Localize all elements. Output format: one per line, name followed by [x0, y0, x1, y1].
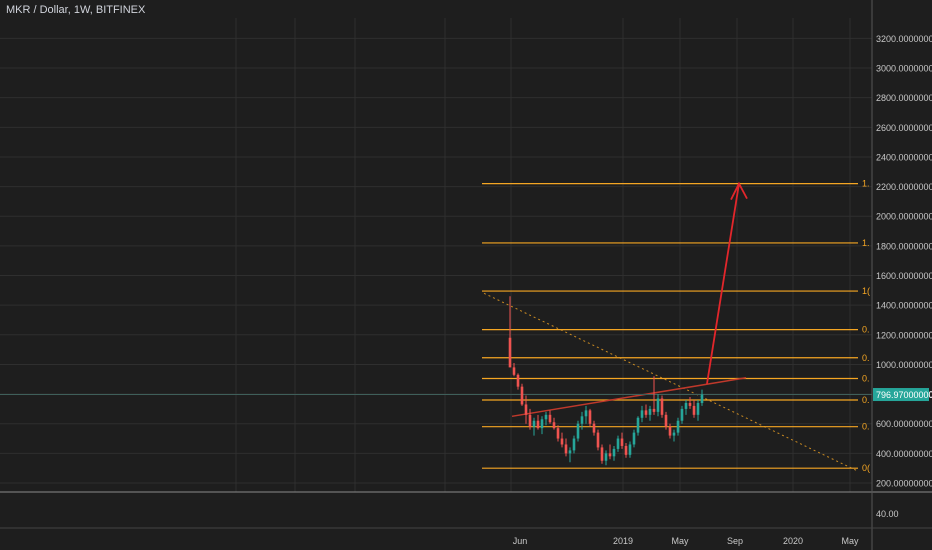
candle-body	[520, 386, 524, 405]
price-tick-label: 600.00000000	[876, 419, 932, 429]
candle-body	[556, 428, 560, 439]
candle-body	[596, 432, 600, 448]
fib-level-label: 1(	[862, 286, 870, 296]
price-tick-label: 2200.00000000	[876, 182, 932, 192]
candle-body	[612, 448, 616, 457]
candle-body	[564, 444, 568, 454]
projection-arrow-line	[706, 183, 740, 384]
fib-level-label: 1.	[862, 179, 870, 189]
candle-body	[604, 453, 608, 461]
time-axis[interactable]: Jun 2019 May Sep 2020 May	[0, 527, 932, 546]
time-tick-label: Jun	[513, 536, 528, 546]
candle-body	[608, 453, 612, 457]
candle-body	[584, 410, 588, 417]
price-tick-label: 3000.00000000	[876, 64, 932, 74]
price-tick-label: 1000.00000000	[876, 360, 932, 370]
candle-body	[568, 450, 572, 454]
candle-body	[524, 404, 528, 415]
time-tick-label: May	[671, 536, 689, 546]
candle-body	[528, 414, 532, 427]
candle-body	[588, 410, 592, 424]
fibonacci-retracement[interactable]: 0( 0. 0. 0. 0. 0. 1( 1. 1.	[482, 179, 870, 474]
candle-body	[532, 420, 536, 427]
candle-body	[696, 402, 700, 415]
candle-body	[636, 417, 640, 433]
price-tick-label: 400.00000000	[876, 449, 932, 459]
candle-body	[552, 422, 556, 429]
candle-body	[656, 398, 660, 412]
time-tick-label: May	[841, 536, 859, 546]
candlestick-series	[508, 296, 704, 466]
candle-body	[644, 410, 648, 415]
candle-body	[684, 402, 688, 409]
candle-body	[700, 394, 704, 403]
candle-body	[668, 426, 672, 436]
chart-drawings[interactable]	[0, 181, 872, 472]
fib-level-label: 0.	[862, 374, 870, 384]
fib-level-label: 0.	[862, 422, 870, 432]
chart-title: MKR / Dollar, 1W, BITFINEX	[6, 4, 146, 16]
fib-level-label: 0.	[862, 353, 870, 363]
ascending-trendline	[511, 377, 747, 418]
time-tick-label: 2020	[783, 536, 803, 546]
price-tick-label: 1400.00000000	[876, 301, 932, 311]
fib-level-label: 1.	[862, 238, 870, 248]
fib-level-label: 0.	[862, 325, 870, 335]
candle-body	[664, 414, 668, 427]
price-chart[interactable]: 0( 0. 0. 0. 0. 0. 1( 1. 1. 3200.00000000 3000.000…	[0, 0, 932, 550]
candle-body	[624, 445, 628, 455]
price-tick-label: 2600.00000000	[876, 123, 932, 133]
price-tick-label: 1200.00000000	[876, 330, 932, 340]
time-tick-label: Sep	[727, 536, 743, 546]
candle-body	[560, 438, 564, 445]
last-price-tag: 796.97000000	[873, 388, 932, 402]
last-price-label: 796.97000000	[876, 390, 932, 400]
candle-body	[672, 432, 676, 436]
candle-body	[660, 398, 664, 415]
candle-body	[512, 367, 516, 375]
candle-body	[632, 432, 636, 445]
candle-body	[692, 405, 696, 415]
candle-body	[616, 438, 620, 449]
candle-body	[540, 419, 544, 429]
candle-body	[580, 416, 584, 424]
price-tick-label: 3200.00000000	[876, 34, 932, 44]
candle-body	[688, 402, 692, 406]
chart-grid	[0, 18, 932, 493]
candle-body	[648, 408, 652, 415]
candle-body	[676, 420, 680, 433]
candle-body	[536, 420, 540, 429]
candle-body	[680, 408, 684, 421]
candle-body	[548, 414, 552, 423]
price-tick-label: 2800.00000000	[876, 93, 932, 103]
candle-body	[620, 438, 624, 446]
candle-body	[572, 438, 576, 451]
candle-body	[640, 410, 644, 418]
candle-body	[544, 414, 548, 420]
candle-body	[600, 447, 604, 461]
candle-body	[516, 374, 520, 387]
candle-body	[508, 337, 512, 368]
price-tick-label: 2000.00000000	[876, 212, 932, 222]
candle-body	[628, 444, 632, 455]
fib-level-label: 0(	[862, 463, 870, 473]
candle-body	[652, 408, 656, 412]
price-tick-label: 1800.00000000	[876, 241, 932, 251]
price-axis[interactable]: 3200.00000000 3000.00000000 2800.00000000 2…	[871, 0, 932, 550]
fib-level-label: 0.	[862, 395, 870, 405]
price-tick-label: 200.00000000	[876, 479, 932, 489]
price-tick-label: 2400.00000000	[876, 152, 932, 162]
descending-trendline	[483, 292, 859, 472]
candle-body	[592, 423, 596, 433]
candle-body	[576, 423, 580, 439]
price-tick-label: 1600.00000000	[876, 271, 932, 281]
time-tick-label: 2019	[613, 536, 633, 546]
lower-pane-tick-label: 40.00	[876, 509, 899, 519]
